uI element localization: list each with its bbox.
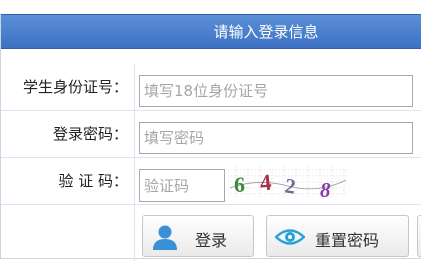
panel-header: 请输入登录信息 xyxy=(1,14,421,49)
login-button[interactable]: 登录 xyxy=(142,215,254,257)
captcha-char-4: 8 xyxy=(320,178,331,199)
login-button-label: 登录 xyxy=(195,231,228,250)
extra-button[interactable] xyxy=(417,215,421,257)
user-icon xyxy=(151,223,179,251)
student-id-label: 学生身份证号： xyxy=(22,78,128,96)
password-cell xyxy=(134,111,421,157)
captcha-char-3: 2 xyxy=(283,173,297,198)
student-id-input[interactable] xyxy=(139,75,413,107)
student-id-cell xyxy=(134,64,421,110)
captcha-input[interactable] xyxy=(139,169,225,202)
actions-row: 登录 重置密码 xyxy=(1,205,421,261)
reset-password-button-label: 重置密码 xyxy=(315,231,380,250)
eye-icon xyxy=(274,223,306,251)
student-id-row: 学生身份证号： xyxy=(1,64,421,111)
reset-password-button[interactable]: 重置密码 xyxy=(266,215,409,257)
captcha-char-1: 6 xyxy=(234,172,245,197)
login-form-panel: 请输入登录信息 学生身份证号： 登录密码： 验 证 码： xyxy=(0,14,421,261)
password-row: 登录密码： xyxy=(1,111,421,158)
password-label: 登录密码： xyxy=(52,125,128,143)
captcha-char-2: 4 xyxy=(259,169,274,195)
actions-cell: 登录 重置密码 xyxy=(134,205,421,261)
captcha-cell: 6 4 2 8 xyxy=(134,158,421,204)
captcha-row: 验 证 码： 6 4 xyxy=(1,158,421,205)
captcha-image[interactable]: 6 4 2 8 xyxy=(228,166,348,199)
captcha-label: 验 证 码： xyxy=(58,172,128,190)
password-input[interactable] xyxy=(139,122,413,154)
